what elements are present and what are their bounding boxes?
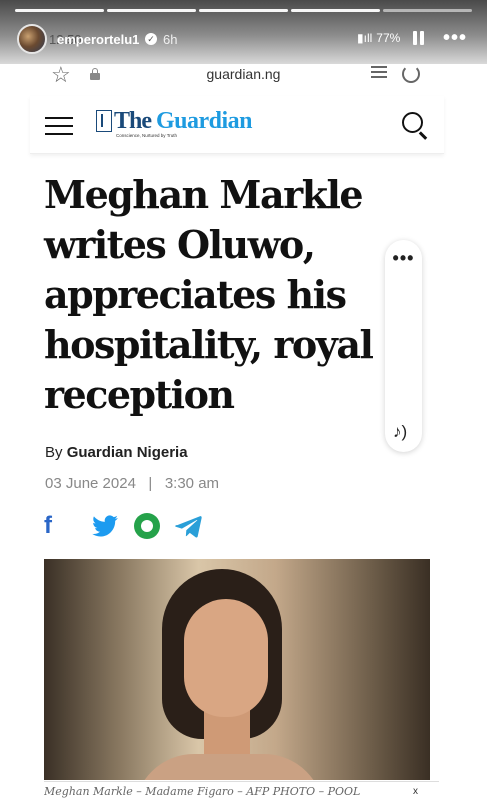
image-caption: Meghan Markle – Madame Figaro – AFP PHOT… (44, 781, 439, 803)
logo-tagline: Conscience, Nurtured by Truth (116, 133, 178, 138)
caption-close-button[interactable]: x (413, 786, 418, 797)
logo-the: The (114, 108, 152, 134)
floating-toolbar: ••• ♪) (385, 240, 422, 452)
facebook-icon[interactable]: f (44, 512, 58, 540)
refresh-icon[interactable] (402, 65, 420, 83)
logo-guardian: Guardian (156, 108, 253, 134)
story-header: 12:50 emperortelu1 ✓ 6h ▮ıll 77% ••• (0, 0, 487, 64)
progress-segment (15, 9, 104, 12)
article-image (44, 559, 430, 780)
image-shoulders (134, 754, 324, 780)
site-header: The Guardian Conscience, Nurtured by Tru… (30, 96, 444, 154)
search-icon[interactable] (402, 112, 428, 140)
date-separator: | (135, 475, 165, 492)
browser-url-bar: ☆ guardian.ng (0, 62, 487, 92)
progress-segment (291, 9, 380, 12)
logo-emblem (96, 110, 112, 132)
audio-icon[interactable]: ♪) (393, 422, 407, 442)
byline: By Guardian Nigeria (45, 444, 188, 461)
status-bar: ▮ıll 77% (357, 31, 400, 45)
hamburger-icon[interactable] (45, 117, 73, 135)
progress-segment (199, 9, 288, 12)
byline-author[interactable]: Guardian Nigeria (67, 444, 188, 461)
avatar[interactable] (17, 24, 47, 54)
share-row: f (44, 512, 204, 540)
article-time: 3:30 am (164, 475, 220, 492)
article-headline: Meghan Markle writes Oluwo, appreciates … (44, 172, 374, 417)
dateline: 03 June 2024 | 3:30 am (45, 475, 219, 492)
reader-icon[interactable] (371, 66, 387, 80)
telegram-icon[interactable] (174, 512, 204, 540)
signal-icon: ▮ıll (357, 31, 373, 45)
twitter-icon[interactable] (90, 512, 120, 540)
story-progress (15, 9, 472, 12)
pause-icon[interactable] (413, 31, 425, 45)
story-age: 6h (163, 32, 178, 47)
verified-icon: ✓ (145, 33, 157, 45)
site-logo[interactable]: The Guardian Conscience, Nurtured by Tru… (96, 108, 266, 140)
progress-segment (107, 9, 196, 12)
image-face (184, 599, 268, 717)
story-username[interactable]: emperortelu1 (57, 32, 139, 47)
more-icon[interactable]: ••• (443, 27, 467, 50)
article-date: 03 June 2024 (45, 475, 136, 492)
byline-prefix: By (45, 444, 67, 461)
whatsapp-icon[interactable] (134, 513, 160, 539)
battery-level: 77% (376, 31, 401, 45)
progress-segment (383, 9, 472, 12)
more-icon[interactable]: ••• (385, 248, 422, 269)
